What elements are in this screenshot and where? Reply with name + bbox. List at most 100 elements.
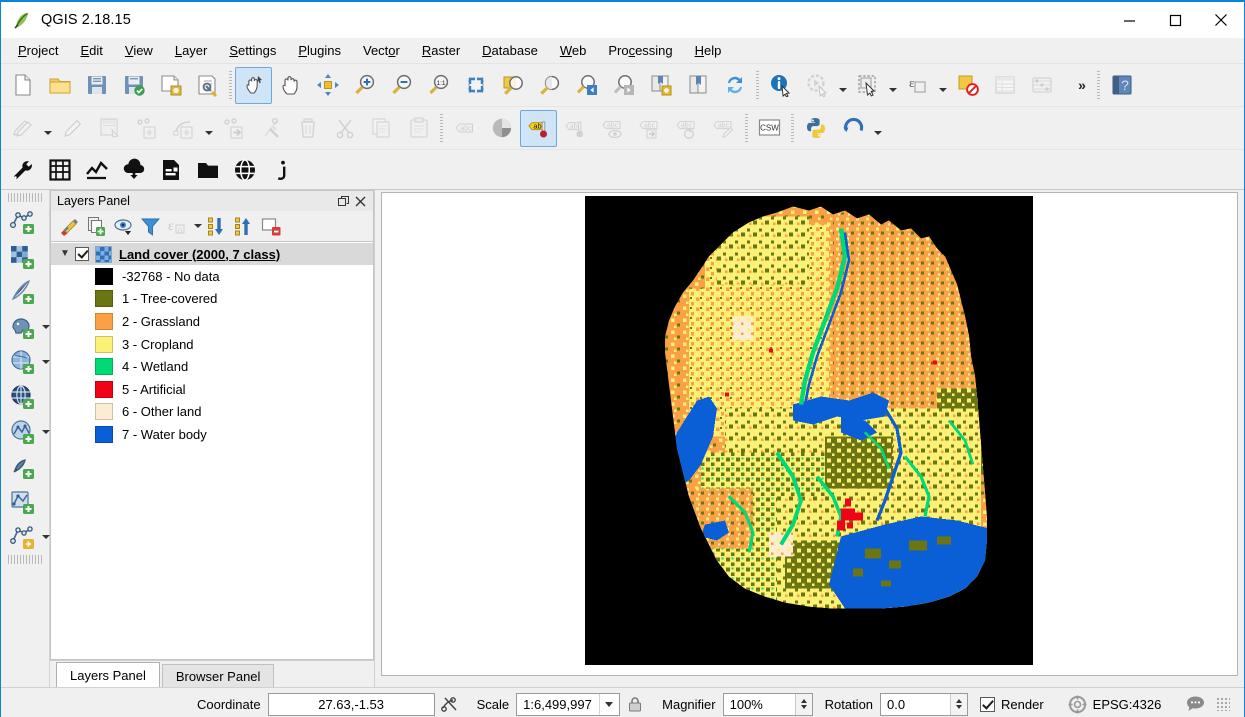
menu-edit[interactable]: Edit (69, 40, 113, 61)
legend-item[interactable]: 4 - Wetland (51, 355, 373, 378)
menu-web[interactable]: Web (549, 40, 598, 61)
add-spatialite-layer-button[interactable] (4, 345, 40, 378)
download-images-button[interactable] (115, 151, 152, 188)
maximize-button[interactable] (1152, 2, 1198, 38)
undock-icon[interactable] (335, 193, 352, 210)
help-button[interactable]: ? (1103, 67, 1140, 104)
new-print-composer-button[interactable] (152, 67, 189, 104)
add-vector-layer-button[interactable] (4, 205, 40, 238)
zoom-in-button[interactable] (346, 67, 383, 104)
pan-map-button[interactable] (272, 67, 309, 104)
legend-item[interactable]: 6 - Other land (51, 401, 373, 424)
close-button[interactable] (1198, 2, 1244, 38)
legend-item[interactable]: 2 - Grassland (51, 310, 373, 333)
filter-legend-expression-button[interactable]: ε() (164, 213, 191, 239)
highlight-pinned-labels-button[interactable]: ab (520, 110, 557, 147)
scale-combobox[interactable]: 1:6,499,997 (516, 693, 620, 716)
legend-item[interactable]: 5 - Artificial (51, 378, 373, 401)
save-layer-edits-button[interactable] (91, 110, 128, 147)
minimize-button[interactable] (1106, 2, 1152, 38)
toolbar-grip[interactable] (8, 193, 42, 202)
menu-settings[interactable]: Settings (218, 40, 287, 61)
reload-plugins-button[interactable] (834, 110, 871, 147)
pin-labels-button[interactable]: ab (557, 110, 594, 147)
tab-layers-panel[interactable]: Layers Panel (56, 662, 160, 687)
legend-item[interactable]: 1 - Tree-covered (51, 288, 373, 311)
coordinate-input[interactable]: 27.63,-1.53 (268, 693, 435, 716)
paste-features-button[interactable] (400, 110, 437, 147)
open-attribute-table-button[interactable] (986, 67, 1023, 104)
copy-features-button[interactable] (363, 110, 400, 147)
menu-view[interactable]: View (114, 40, 164, 61)
resize-grip[interactable] (1216, 697, 1230, 711)
map-canvas[interactable] (381, 192, 1238, 676)
save-project-button[interactable] (78, 67, 115, 104)
expand-all-button[interactable] (204, 213, 231, 239)
selection-color-button[interactable] (949, 67, 986, 104)
zoom-full-button[interactable] (457, 67, 494, 104)
add-postgis-layer-button[interactable] (4, 310, 40, 343)
add-spatialite-layer-dropdown[interactable] (40, 360, 51, 364)
remove-layer-button[interactable] (258, 213, 285, 239)
zoom-to-layer-button[interactable] (494, 67, 531, 104)
crs-icon[interactable] (1063, 691, 1093, 717)
layer-tree[interactable]: ▼ Land cover (2000, 7 class) -32768 - No… (50, 241, 374, 660)
refresh-button[interactable] (716, 67, 753, 104)
save-project-as-button[interactable] (115, 67, 152, 104)
manage-layer-visibility-button[interactable] (110, 213, 137, 239)
label-layer-settings-button[interactable]: abc (446, 110, 483, 147)
legend-item[interactable]: -32768 - No data (51, 265, 373, 288)
toggle-editing-button[interactable] (54, 110, 91, 147)
add-raster-layer-button[interactable] (4, 240, 40, 273)
deselect-features-dropdown[interactable] (936, 67, 949, 104)
rotation-stepper[interactable] (950, 694, 967, 715)
node-tool-button[interactable] (252, 110, 289, 147)
add-wfs-layer-button[interactable] (4, 485, 40, 518)
add-line-feature-button[interactable] (165, 110, 202, 147)
toolbar-grip-bottom[interactable] (8, 555, 42, 564)
magnifier-stepper[interactable] (795, 694, 812, 715)
zoom-native-button[interactable]: 1:1 (420, 67, 457, 104)
reload-plugins-dropdown[interactable] (871, 110, 884, 147)
run-feature-action-dropdown[interactable] (836, 67, 849, 104)
add-wms-layer-dropdown[interactable] (40, 430, 51, 434)
legend-item[interactable]: 3 - Cropland (51, 333, 373, 356)
postprocessing-button[interactable] (189, 151, 226, 188)
new-bookmark-button[interactable] (642, 67, 679, 104)
open-project-button[interactable] (41, 67, 78, 104)
zoom-last-button[interactable] (568, 67, 605, 104)
preprocessing-button[interactable] (152, 151, 189, 188)
menu-plugins[interactable]: Plugins (287, 40, 352, 61)
tab-browser-panel[interactable]: Browser Panel (162, 664, 275, 687)
chevron-down-icon[interactable] (599, 694, 617, 715)
menu-help[interactable]: Help (684, 40, 733, 61)
add-wcs-layer-button[interactable] (4, 450, 40, 483)
toolbar-overflow-button[interactable]: » (1070, 67, 1094, 104)
zoom-out-button[interactable] (383, 67, 420, 104)
composer-manager-button[interactable] (189, 67, 226, 104)
new-shapefile-layer-dropdown[interactable] (40, 535, 51, 539)
delete-selected-button[interactable] (289, 110, 326, 147)
rotate-label-button[interactable]: abc (668, 110, 705, 147)
add-delimited-text-layer-button[interactable] (4, 275, 40, 308)
select-features-dropdown[interactable] (886, 67, 899, 104)
crs-label[interactable]: EPSG:4326 (1093, 697, 1162, 712)
current-edits-dropdown[interactable] (41, 110, 54, 147)
add-mssql-layer-button[interactable] (4, 380, 40, 413)
menu-vector[interactable]: Vector (352, 40, 411, 61)
change-label-button[interactable]: abc (705, 110, 742, 147)
expand-arrow-icon[interactable]: ▼ (55, 249, 75, 259)
scp-dock-button[interactable] (226, 151, 263, 188)
open-layer-styling-button[interactable] (56, 213, 83, 239)
csw-metasearch-button[interactable]: CSW (751, 110, 788, 147)
add-feature-button[interactable] (128, 110, 165, 147)
menu-processing[interactable]: Processing (597, 40, 683, 61)
python-console-button[interactable] (797, 110, 834, 147)
zoom-to-selection-button[interactable] (531, 67, 568, 104)
show-bookmarks-button[interactable] (679, 67, 716, 104)
toggle-extents-icon[interactable] (435, 691, 465, 717)
move-feature-button[interactable] (215, 110, 252, 147)
messages-log-icon[interactable] (1180, 691, 1210, 717)
diagram-settings-button[interactable] (483, 110, 520, 147)
add-group-button[interactable] (83, 213, 110, 239)
